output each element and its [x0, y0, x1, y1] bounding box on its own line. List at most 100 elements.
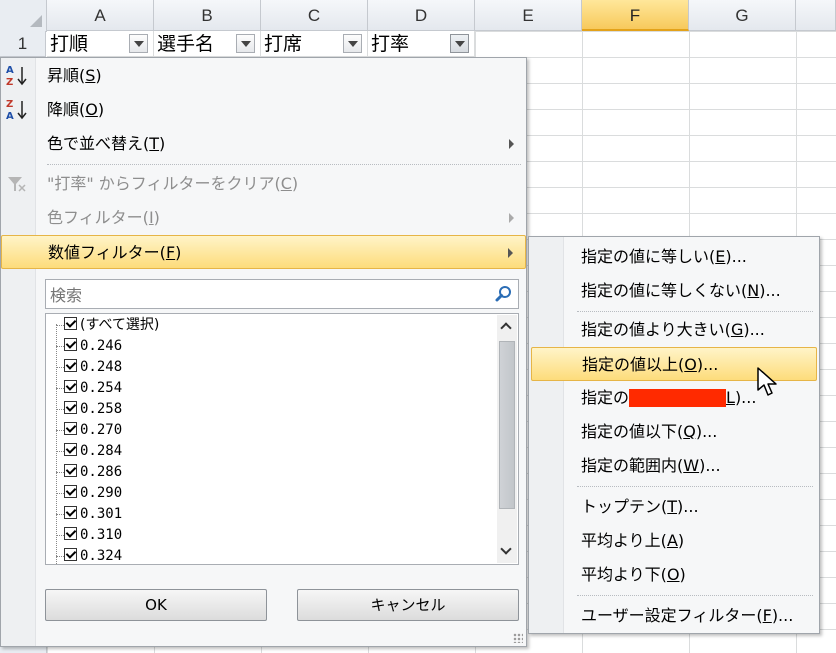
tree-line — [56, 324, 57, 564]
checkbox[interactable] — [64, 358, 77, 372]
submenu-arrow-icon — [509, 139, 514, 149]
sort-ascending-item[interactable]: A Z 昇順(S) — [1, 59, 526, 93]
sort-by-color-label: 色で並べ替え(T) — [47, 134, 166, 153]
filter-dropdown-a[interactable] — [129, 34, 148, 53]
list-item-label: 0.258 — [80, 401, 123, 417]
checkbox[interactable] — [64, 379, 77, 393]
list-item[interactable]: 0.270 — [64, 420, 122, 441]
svg-text:A: A — [6, 111, 14, 122]
filter-less-or-equal-label: 指定の値以下(Q)... — [581, 422, 718, 441]
list-item[interactable]: 0.290 — [64, 483, 122, 504]
column-header-g[interactable]: G — [689, 0, 796, 31]
list-item[interactable]: 0.286 — [64, 462, 122, 483]
list-item[interactable]: 0.254 — [64, 378, 122, 399]
list-item-label: 0.310 — [80, 527, 123, 543]
sort-ascending-icon: A Z — [6, 65, 27, 88]
list-item-label: 0.248 — [80, 359, 123, 375]
tree-tick — [56, 451, 64, 452]
checkbox[interactable] — [64, 526, 77, 540]
tree-tick — [56, 388, 64, 389]
list-item[interactable]: 0.324 — [64, 546, 122, 564]
svg-text:A: A — [6, 65, 14, 76]
sort-by-color-item[interactable]: 色で並べ替え(T) — [1, 127, 526, 161]
resize-grip-icon[interactable] — [513, 633, 523, 643]
value-list[interactable]: (すべて選択) 0.246 0.248 0.254 0.258 0.270 0.… — [45, 313, 519, 565]
filter-equals-label: 指定の値に等しい(E)... — [581, 247, 747, 266]
column-header-c[interactable]: C — [261, 0, 368, 31]
mouse-pointer-icon — [757, 367, 777, 396]
filter-equals-item[interactable]: 指定の値に等しい(E)... — [531, 240, 817, 274]
color-filter-item: 色フィルター(I) — [1, 201, 526, 235]
submenu-separator — [577, 595, 813, 596]
submenu-separator — [577, 311, 813, 312]
list-item-select-all[interactable]: (すべて選択) — [64, 315, 159, 336]
checkbox[interactable] — [64, 505, 77, 519]
column-header-a[interactable]: A — [47, 0, 154, 31]
filter-below-average-item[interactable]: 平均より下(O) — [531, 558, 817, 592]
sort-descending-icon: Z A — [6, 99, 27, 122]
list-item-label: (すべて選択) — [80, 317, 160, 333]
checkbox[interactable] — [64, 316, 77, 330]
list-item-label: 0.284 — [80, 443, 123, 459]
column-header-b[interactable]: B — [154, 0, 261, 31]
list-item[interactable]: 0.258 — [64, 399, 122, 420]
menu-separator — [47, 164, 521, 165]
filter-between-item[interactable]: 指定の範囲内(W)... — [531, 449, 817, 483]
column-header-d[interactable]: D — [368, 0, 475, 31]
clear-filter-item: "打率" からフィルターをクリア(C) — [1, 167, 526, 201]
filter-top-ten-item[interactable]: トップテン(T)... — [531, 490, 817, 524]
filter-custom-label: ユーザー設定フィルター(F)... — [581, 606, 794, 625]
sort-ascending-label: 昇順(S) — [47, 66, 102, 85]
filter-less-or-equal-item[interactable]: 指定の値以下(Q)... — [531, 415, 817, 449]
scroll-down-icon[interactable] — [497, 541, 517, 561]
filter-custom-item[interactable]: ユーザー設定フィルター(F)... — [531, 599, 817, 633]
submenu-separator — [577, 486, 813, 487]
checkbox[interactable] — [64, 463, 77, 477]
column-header-e[interactable]: E — [475, 0, 582, 31]
list-item[interactable]: 0.246 — [64, 336, 122, 357]
number-filter-label: 数値フィルター(F) — [48, 243, 182, 262]
search-box[interactable] — [45, 279, 519, 310]
filter-not-equals-item[interactable]: 指定の値に等しくない(N)... — [531, 274, 817, 308]
ok-button[interactable]: OK — [45, 589, 267, 621]
filter-dropdown-c[interactable] — [343, 34, 362, 53]
list-item[interactable]: 0.284 — [64, 441, 122, 462]
filter-dropdown-b[interactable] — [236, 34, 255, 53]
checkbox[interactable] — [64, 442, 77, 456]
sort-descending-item[interactable]: Z A 降順(O) — [1, 93, 526, 127]
scroll-up-icon[interactable] — [497, 317, 517, 337]
submenu-arrow-icon — [508, 248, 513, 258]
list-item[interactable]: 0.301 — [64, 504, 122, 525]
search-input[interactable] — [46, 280, 492, 310]
checkbox[interactable] — [64, 400, 77, 414]
list-scrollbar[interactable] — [497, 315, 517, 563]
list-item[interactable]: 0.310 — [64, 525, 122, 546]
search-icon[interactable] — [494, 284, 514, 304]
checkbox[interactable] — [64, 337, 77, 351]
tree-tick — [56, 556, 64, 557]
number-filter-item[interactable]: 数値フィルター(F) — [1, 235, 526, 269]
tree-tick — [56, 514, 64, 515]
submenu-arrow-icon — [509, 213, 514, 223]
filter-greater-than-item[interactable]: 指定の値より大きい(G)... — [531, 313, 817, 347]
filter-below-average-label: 平均より下(O) — [581, 565, 686, 584]
filter-above-average-item[interactable]: 平均より上(A) — [531, 524, 817, 558]
row-header-1[interactable]: 1 — [0, 31, 46, 57]
list-item[interactable]: 0.248 — [64, 357, 122, 378]
list-item-label: 0.270 — [80, 422, 123, 438]
checkbox[interactable] — [64, 547, 77, 561]
tree-tick — [56, 472, 64, 473]
tree-tick — [56, 409, 64, 410]
checkbox[interactable] — [64, 421, 77, 435]
filter-dropdown-d[interactable] — [450, 34, 469, 53]
checkbox[interactable] — [64, 484, 77, 498]
filter-top-ten-label: トップテン(T)... — [581, 497, 699, 516]
column-header-f[interactable]: F — [582, 0, 689, 31]
filter-between-label: 指定の範囲内(W)... — [581, 456, 721, 475]
cancel-button[interactable]: キャンセル — [297, 589, 519, 621]
scrollbar-thumb[interactable] — [499, 341, 515, 509]
column-header-h[interactable] — [796, 0, 836, 31]
list-item-label: 0.301 — [80, 506, 123, 522]
clear-filter-icon — [8, 177, 26, 192]
select-all-corner[interactable] — [0, 0, 47, 32]
